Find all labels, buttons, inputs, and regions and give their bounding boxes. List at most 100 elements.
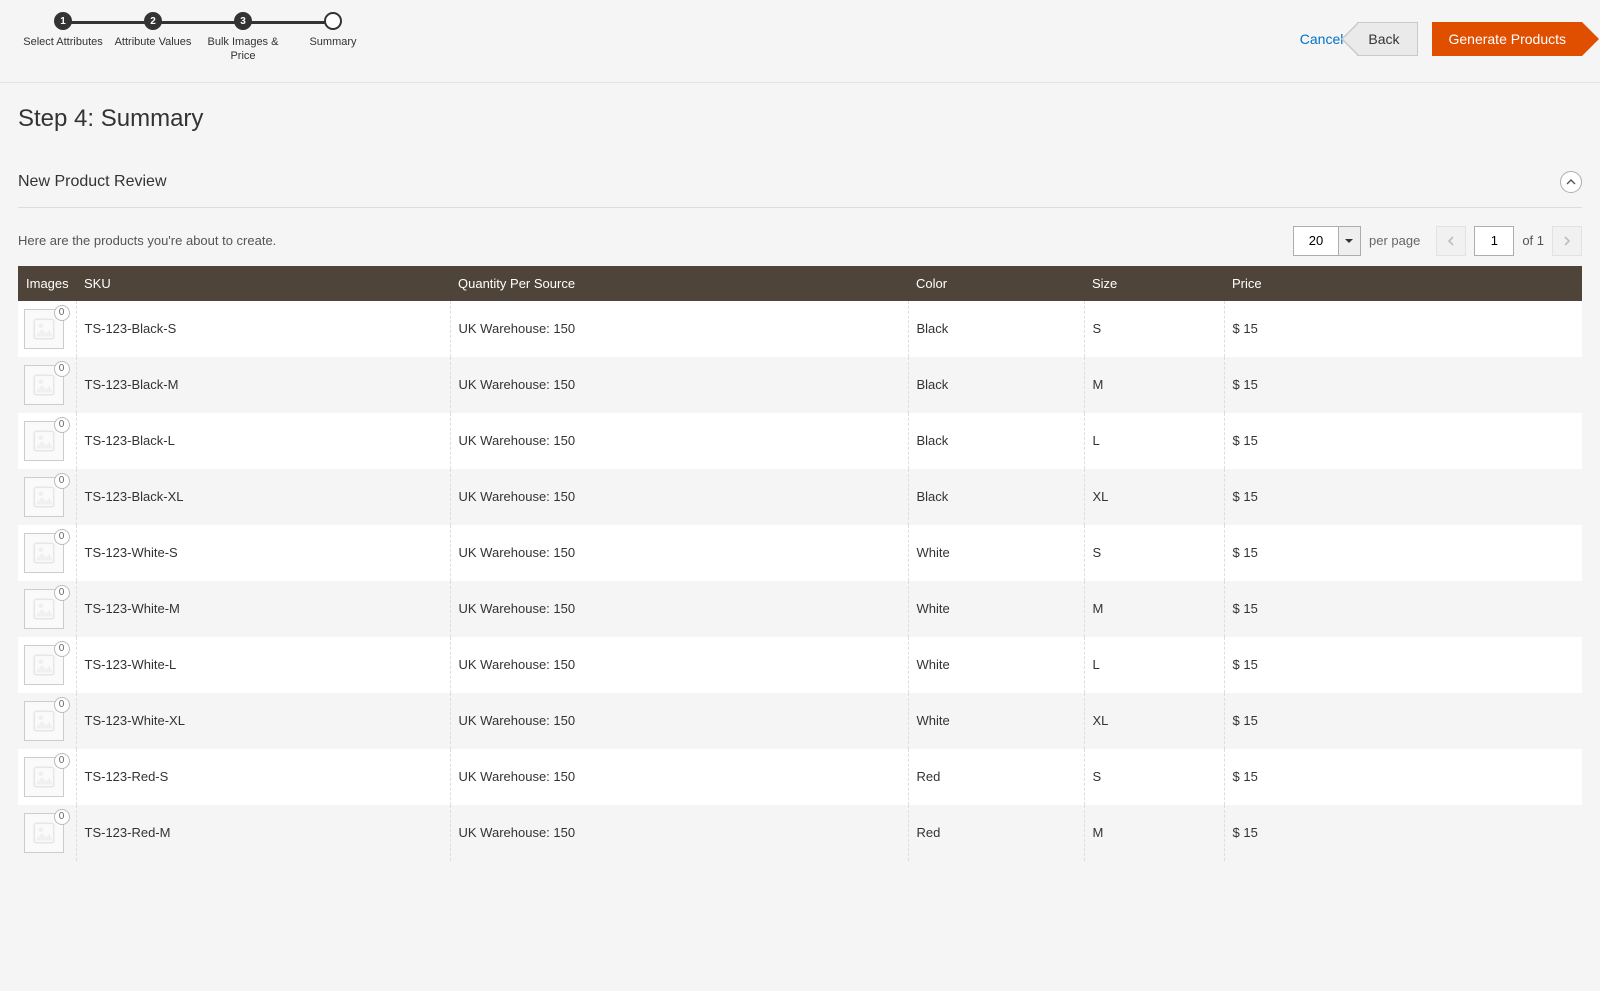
- col-qty: Quantity Per Source: [450, 266, 908, 301]
- page-heading: Step 4: Summary: [18, 83, 1582, 171]
- generate-label: Generate Products: [1448, 31, 1566, 47]
- table-row: 0TS-123-Black-LUK Warehouse: 150BlackL$ …: [18, 413, 1582, 469]
- image-count-badge: 0: [54, 641, 70, 657]
- col-color: Color: [908, 266, 1084, 301]
- cell-size: S: [1084, 301, 1224, 357]
- cell-color: Black: [908, 469, 1084, 525]
- cell-qty: UK Warehouse: 150: [450, 749, 908, 805]
- step-label: Summary: [309, 36, 356, 50]
- cell-image: 0: [18, 581, 76, 637]
- back-button[interactable]: Back: [1357, 22, 1418, 56]
- cell-price: $ 15: [1224, 357, 1582, 413]
- image-count-badge: 0: [54, 809, 70, 825]
- cell-color: White: [908, 637, 1084, 693]
- cell-qty: UK Warehouse: 150: [450, 581, 908, 637]
- cell-size: M: [1084, 805, 1224, 861]
- cell-sku: TS-123-Black-L: [76, 413, 450, 469]
- page-number-input[interactable]: [1474, 226, 1514, 256]
- wizard-steps: 1 Select Attributes 2 Attribute Values 3…: [18, 12, 378, 64]
- cell-sku: TS-123-Black-M: [76, 357, 450, 413]
- step-bulk-images-price[interactable]: 3 Bulk Images & Price: [198, 12, 288, 64]
- step-number-icon: 3: [234, 12, 252, 30]
- step-label: Bulk Images & Price: [198, 36, 288, 64]
- per-page-input[interactable]: [1294, 227, 1338, 255]
- cell-qty: UK Warehouse: 150: [450, 301, 908, 357]
- cell-color: White: [908, 581, 1084, 637]
- col-size: Size: [1084, 266, 1224, 301]
- cell-sku: TS-123-Red-S: [76, 749, 450, 805]
- step-summary[interactable]: Summary: [288, 12, 378, 50]
- step-label: Select Attributes: [23, 36, 103, 50]
- per-page-selector: [1293, 226, 1361, 256]
- cell-color: Black: [908, 301, 1084, 357]
- cell-image: 0: [18, 357, 76, 413]
- table-row: 0TS-123-White-MUK Warehouse: 150WhiteM$ …: [18, 581, 1582, 637]
- image-count-badge: 0: [54, 753, 70, 769]
- step-number-icon: 1: [54, 12, 72, 30]
- step-attribute-values[interactable]: 2 Attribute Values: [108, 12, 198, 50]
- cell-size: S: [1084, 749, 1224, 805]
- cell-image: 0: [18, 749, 76, 805]
- image-count-badge: 0: [54, 473, 70, 489]
- image-count-badge: 0: [54, 417, 70, 433]
- chevron-right-icon: [1562, 236, 1572, 246]
- cell-size: M: [1084, 581, 1224, 637]
- grid-controls: Here are the products you're about to cr…: [18, 208, 1582, 266]
- cell-price: $ 15: [1224, 805, 1582, 861]
- step-select-attributes[interactable]: 1 Select Attributes: [18, 12, 108, 50]
- image-count-badge: 0: [54, 361, 70, 377]
- cell-color: Red: [908, 805, 1084, 861]
- step-number-icon: [324, 12, 342, 30]
- cell-size: XL: [1084, 469, 1224, 525]
- cell-image: 0: [18, 637, 76, 693]
- cell-size: S: [1084, 525, 1224, 581]
- col-images: Images: [18, 266, 76, 301]
- chevron-up-icon: [1566, 177, 1576, 187]
- cell-qty: UK Warehouse: 150: [450, 469, 908, 525]
- table-row: 0 TS-123-Red-MUK Warehouse: 150RedM$ 15: [18, 805, 1582, 861]
- step-label: Attribute Values: [115, 36, 192, 50]
- cell-sku: TS-123-White-L: [76, 637, 450, 693]
- cell-qty: UK Warehouse: 150: [450, 525, 908, 581]
- cell-size: L: [1084, 637, 1224, 693]
- caret-down-icon: [1345, 239, 1353, 243]
- cell-qty: UK Warehouse: 150: [450, 357, 908, 413]
- cell-sku: TS-123-Red-M: [76, 805, 450, 861]
- cell-image: 0: [18, 693, 76, 749]
- cell-color: Red: [908, 749, 1084, 805]
- cell-size: M: [1084, 357, 1224, 413]
- cell-price: $ 15: [1224, 413, 1582, 469]
- per-page-dropdown[interactable]: [1338, 227, 1360, 255]
- table-row: 0TS-123-Black-SUK Warehouse: 150BlackS$ …: [18, 301, 1582, 357]
- image-count-badge: 0: [54, 529, 70, 545]
- table-header-row: Images SKU Quantity Per Source Color Siz…: [18, 266, 1582, 301]
- collapse-toggle[interactable]: [1560, 171, 1582, 193]
- table-row: 0TS-123-White-SUK Warehouse: 150WhiteS$ …: [18, 525, 1582, 581]
- cell-price: $ 15: [1224, 301, 1582, 357]
- cell-qty: UK Warehouse: 150: [450, 413, 908, 469]
- cell-price: $ 15: [1224, 637, 1582, 693]
- cancel-link[interactable]: Cancel: [1300, 31, 1344, 47]
- cell-image: 0: [18, 413, 76, 469]
- image-count-badge: 0: [54, 585, 70, 601]
- generate-products-button[interactable]: Generate Products: [1432, 22, 1582, 56]
- per-page-label: per page: [1369, 233, 1420, 248]
- table-row: 0TS-123-White-XLUK Warehouse: 150WhiteXL…: [18, 693, 1582, 749]
- cell-qty: UK Warehouse: 150: [450, 805, 908, 861]
- image-count-badge: 0: [54, 697, 70, 713]
- table-row: 0TS-123-Red-SUK Warehouse: 150RedS$ 15: [18, 749, 1582, 805]
- table-row: 0TS-123-White-LUK Warehouse: 150WhiteL$ …: [18, 637, 1582, 693]
- wizard-actions: Cancel Back Generate Products: [1300, 12, 1582, 56]
- step-number-icon: 2: [144, 12, 162, 30]
- cell-color: White: [908, 693, 1084, 749]
- prev-page-button[interactable]: [1436, 226, 1466, 256]
- table-row: 0TS-123-Black-XLUK Warehouse: 150BlackXL…: [18, 469, 1582, 525]
- back-label: Back: [1368, 31, 1399, 47]
- cell-sku: TS-123-White-XL: [76, 693, 450, 749]
- next-page-button[interactable]: [1552, 226, 1582, 256]
- intro-text: Here are the products you're about to cr…: [18, 233, 276, 248]
- cell-price: $ 15: [1224, 525, 1582, 581]
- cell-sku: TS-123-White-S: [76, 525, 450, 581]
- cell-color: Black: [908, 357, 1084, 413]
- cell-price: $ 15: [1224, 693, 1582, 749]
